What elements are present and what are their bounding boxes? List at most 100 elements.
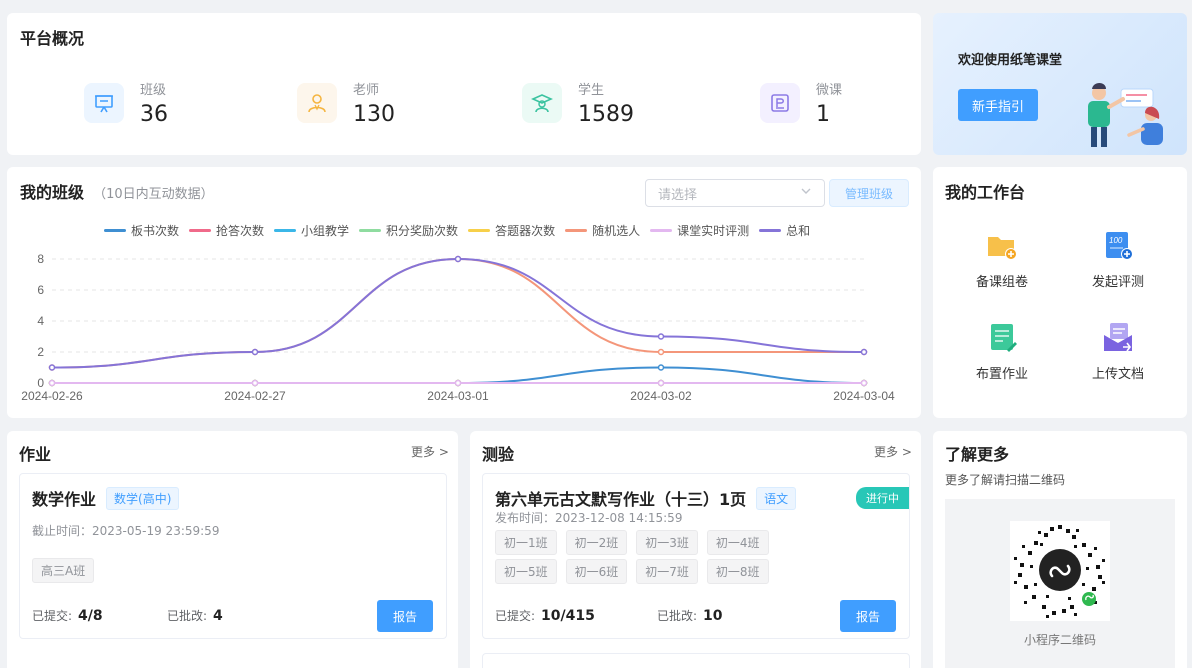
stat-micro-courses[interactable]: 微课 1 xyxy=(760,79,842,127)
class-tag: 初一3班 xyxy=(636,530,698,555)
subject-tag: 数学(高中) xyxy=(106,486,180,510)
teacher-icon xyxy=(297,83,337,123)
data-point xyxy=(454,255,462,263)
stat-teachers[interactable]: 老师 130 xyxy=(297,79,395,127)
status-badge: 进行中 xyxy=(856,487,909,509)
assign-homework-icon xyxy=(985,321,1019,355)
y-tick-label: 6 xyxy=(37,283,44,297)
welcome-illustration xyxy=(1088,83,1163,147)
class-tag: 初一6班 xyxy=(565,559,628,584)
overview-title: 平台概况 xyxy=(20,29,85,48)
homework-deadline: 截止时间：2023-05-19 23:59:59 xyxy=(32,524,220,538)
workbench-item-label: 上传文档 xyxy=(1091,367,1144,382)
data-point xyxy=(860,379,868,387)
class-tag: 初一1班 xyxy=(495,530,557,555)
y-tick-label: 4 xyxy=(37,314,44,328)
homework-card: 作业 更多 > 数学作业 数学(高中) 截止时间：2023-05-19 23:5… xyxy=(7,431,458,668)
graded-label: 已批改: xyxy=(167,609,208,623)
data-point xyxy=(251,348,259,356)
graded-value: 10 xyxy=(703,608,723,624)
data-point xyxy=(657,379,665,387)
homework-more-link[interactable]: 更多 > xyxy=(411,443,449,460)
svg-text:100: 100 xyxy=(1109,236,1123,245)
class-tag: 初一4班 xyxy=(706,530,769,555)
class-tag: 初一7班 xyxy=(636,559,698,584)
data-point xyxy=(657,333,665,340)
quiz-item[interactable]: 第六单元古文默写作业（十三）1页 语文 进行中 发布时间：2023-12-08 … xyxy=(482,473,910,639)
student-cap-icon xyxy=(522,83,562,123)
quiz-item-header: 第六单元古文默写作业（十三）1页 语文 xyxy=(495,486,797,510)
stat-value: 1 xyxy=(816,102,830,127)
welcome-banner: 欢迎使用纸笔课堂 新手指引 xyxy=(933,13,1187,155)
qr-code-icon[interactable] xyxy=(1010,521,1110,621)
guide-button[interactable]: 新手指引 xyxy=(958,89,1038,121)
stat-label: 微课 xyxy=(816,83,843,98)
class-tag: 初一8班 xyxy=(706,559,769,584)
quiz-published: 发布时间：2023-12-08 14:15:59 xyxy=(495,511,683,525)
stat-value: 36 xyxy=(140,102,168,127)
quiz-item-partial[interactable] xyxy=(482,653,910,668)
workbench-title: 我的工作台 xyxy=(945,183,1026,202)
qr-caption: 小程序二维码 xyxy=(1023,633,1096,647)
data-point xyxy=(454,379,462,387)
quiz-name: 第六单元古文默写作业（十三）1页 xyxy=(495,490,747,509)
stat-classes[interactable]: 班级 36 xyxy=(84,79,168,127)
homework-item-header: 数学作业 数学(高中) xyxy=(32,486,180,510)
data-point xyxy=(251,379,259,387)
homework-name: 数学作业 xyxy=(32,490,97,509)
workbench-assign-button[interactable]: 布置作业 xyxy=(957,321,1047,382)
quiz-title: 测验 xyxy=(482,445,515,464)
workbench-item-label: 布置作业 xyxy=(975,367,1028,382)
y-tick-label: 0 xyxy=(37,376,44,390)
submitted-value: 4/8 xyxy=(78,608,103,624)
submitted-label: 已提交: xyxy=(495,609,536,623)
learn-more-desc: 更多了解请扫描二维码 xyxy=(945,473,1066,487)
workbench-item-label: 备课组卷 xyxy=(975,275,1028,290)
stat-value: 130 xyxy=(353,102,395,127)
data-point xyxy=(48,379,56,387)
x-tick-label: 2024-03-04 xyxy=(833,389,895,403)
data-point xyxy=(657,348,665,356)
workbench-test-button[interactable]: 100 发起评测 xyxy=(1073,229,1163,290)
homework-title: 作业 xyxy=(19,445,52,464)
stat-label: 老师 xyxy=(353,83,380,98)
learn-more-title: 了解更多 xyxy=(945,445,1010,464)
class-tag: 初一5班 xyxy=(495,559,557,584)
welcome-title: 欢迎使用纸笔课堂 xyxy=(958,53,1063,68)
quiz-more-link[interactable]: 更多 > xyxy=(874,443,912,460)
graded-value: 4 xyxy=(213,608,223,624)
quiz-graded: 已批改: 10 xyxy=(657,607,723,624)
graded-label: 已批改: xyxy=(657,609,698,623)
overview-card: 平台概况 班级 36 老师 130 学生 1589 微课 1 xyxy=(7,13,921,155)
stat-students[interactable]: 学生 1589 xyxy=(522,79,634,127)
class-tag: 初一2班 xyxy=(565,530,628,555)
folder-add-icon xyxy=(985,229,1019,263)
presentation-board-icon xyxy=(84,83,124,123)
micro-course-icon xyxy=(760,83,800,123)
interaction-line-chart: 0 2 4 6 8 2024-02-26 2024-02-27 2024-03-01 2024-… xyxy=(21,252,895,403)
homework-item[interactable]: 数学作业 数学(高中) 截止时间：2023-05-19 23:59:59 高三A… xyxy=(19,473,447,639)
quiz-class-tags: 初一1班 初一2班 初一3班 初一4班初一5班 初一6班 初一7班 初一8班 xyxy=(495,530,795,584)
class-tag: 高三A班 xyxy=(32,558,95,583)
subject-tag: 语文 xyxy=(756,486,797,510)
stat-label: 班级 xyxy=(140,83,167,98)
x-tick-label: 2024-02-27 xyxy=(224,389,286,403)
workbench-item-label: 发起评测 xyxy=(1091,275,1144,290)
quiz-report-button[interactable]: 报告 xyxy=(840,600,896,632)
submitted-label: 已提交: xyxy=(32,609,73,623)
homework-report-button[interactable]: 报告 xyxy=(377,600,433,632)
quiz-submitted: 已提交: 10/415 xyxy=(495,607,595,624)
test-score-icon: 100 xyxy=(1101,229,1135,263)
homework-graded: 已批改: 4 xyxy=(167,607,223,624)
workbench-upload-button[interactable]: 上传文档 xyxy=(1073,321,1163,382)
stat-label: 学生 xyxy=(578,83,605,98)
submitted-value: 10/415 xyxy=(541,608,595,624)
learn-more-card: 了解更多 更多了解请扫描二维码 小程序二维码 xyxy=(933,431,1187,668)
workbench-prepare-button[interactable]: 备课组卷 xyxy=(957,229,1047,290)
qr-panel: 小程序二维码 xyxy=(945,499,1175,668)
x-tick-label: 2024-03-02 xyxy=(630,389,692,403)
x-tick-label: 2024-02-26 xyxy=(21,389,83,403)
stat-value: 1589 xyxy=(578,102,634,127)
data-point xyxy=(657,364,665,371)
upload-document-icon xyxy=(1101,321,1135,355)
